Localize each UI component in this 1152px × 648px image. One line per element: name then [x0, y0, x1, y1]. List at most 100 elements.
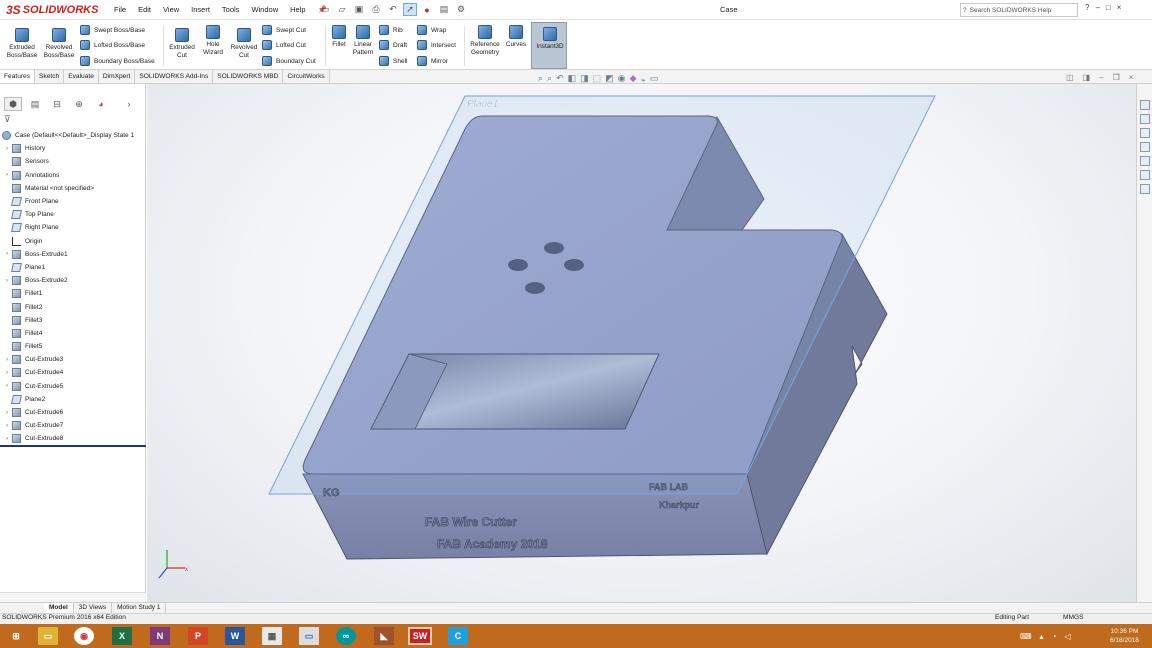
menu-window[interactable]: Window [245, 4, 284, 16]
reference-geometry-button[interactable]: Reference Geometry [467, 25, 503, 56]
word-taskbar-icon[interactable]: W [225, 627, 245, 645]
tree-item[interactable]: Fillet3 [2, 314, 144, 327]
tree-item[interactable]: Fillet2 [2, 300, 144, 313]
revolved-cut-button[interactable]: Revolved Cut [228, 28, 260, 59]
filter-icon[interactable]: ⊽ [4, 114, 11, 125]
instant3d-button[interactable]: Instant3D [531, 22, 567, 69]
tab-model[interactable]: Model [44, 603, 74, 613]
plane1-outline[interactable] [268, 95, 936, 495]
boundary-boss-button[interactable]: Boundary Boss/Base [80, 56, 155, 66]
edit-appearance-icon[interactable]: ◆ [630, 73, 637, 84]
tab-3d-views[interactable]: 3D Views [74, 603, 113, 613]
excel-taskbar-icon[interactable]: X [112, 627, 132, 645]
window-taskbar-icon[interactable]: ▭ [299, 627, 319, 645]
file-properties-icon[interactable]: ▤ [437, 3, 451, 16]
display-manager-icon[interactable]: ◕ [92, 97, 110, 111]
file-explorer-icon[interactable] [1140, 142, 1150, 152]
menu-tools[interactable]: Tools [216, 4, 246, 16]
tree-item[interactable]: › Cut-Extrude5 [2, 380, 144, 393]
tab-sketch[interactable]: Sketch [35, 70, 65, 83]
tree-item[interactable]: Sensors [2, 155, 144, 168]
expand-panel-icon[interactable]: › [120, 97, 138, 111]
tree-item[interactable]: Top Plane [2, 208, 144, 221]
configuration-manager-icon[interactable]: ⊟ [48, 97, 66, 111]
dimxpert-manager-icon[interactable]: ⊕ [70, 97, 88, 111]
tree-item[interactable]: Origin [2, 235, 144, 248]
volume-icon[interactable]: ◁ [1064, 632, 1070, 641]
menu-help[interactable]: Help [284, 4, 311, 16]
tab-features[interactable]: Features [0, 70, 36, 83]
arduino-taskbar-icon[interactable]: ∞ [336, 627, 356, 645]
undo-icon[interactable]: ↶ [386, 3, 400, 16]
rib-button[interactable]: Rib [379, 25, 403, 35]
powerpoint-taskbar-icon[interactable]: P [188, 627, 208, 645]
cura-taskbar-icon[interactable]: C [448, 627, 468, 645]
resources-icon[interactable] [1140, 114, 1150, 124]
viewport-split-icon[interactable]: ◨ [1083, 73, 1091, 82]
expand-arrow-icon[interactable]: › [2, 146, 12, 152]
revolved-boss-button[interactable]: Revolved Boss/Base [42, 28, 76, 59]
tree-item[interactable]: Plane1 [2, 261, 144, 274]
menu-file[interactable]: File [108, 4, 132, 16]
tree-item[interactable]: Plane2 [2, 393, 144, 406]
dynamic-annotation-icon[interactable]: ◨ [580, 73, 589, 84]
expand-arrow-icon[interactable]: › [2, 357, 12, 363]
swept-boss-button[interactable]: Swept Boss/Base [80, 25, 145, 35]
swept-cut-button[interactable]: Swept Cut [262, 25, 306, 35]
solidworks-logo[interactable]: 3S SOLIDWORKS [6, 2, 98, 18]
property-manager-icon[interactable]: ▤ [26, 97, 44, 111]
view-palette-icon[interactable] [1140, 156, 1150, 166]
apply-scene-icon[interactable]: ◒ [640, 74, 645, 84]
expand-arrow-icon[interactable]: › [2, 383, 12, 389]
chrome-taskbar-icon[interactable]: ◉ [74, 627, 94, 645]
view-settings-icon[interactable]: ▭ [650, 73, 659, 84]
mirror-button[interactable]: Mirror [417, 56, 448, 66]
tree-item[interactable]: › History [2, 142, 144, 155]
tree-item[interactable]: › Annotations [2, 169, 144, 182]
taskbar-clock[interactable]: 10:36 PM 6/18/2018 [1110, 627, 1139, 645]
viewport-minimize-icon[interactable]: – [1099, 73, 1103, 82]
restore-icon[interactable]: □ [1106, 3, 1111, 12]
calculator-taskbar-icon[interactable]: ▦ [262, 627, 282, 645]
tree-item[interactable]: › Cut-Extrude8 [2, 432, 144, 445]
fillet-button[interactable]: Fillet [328, 25, 350, 49]
wrap-button[interactable]: Wrap [417, 25, 446, 35]
zoom-area-icon[interactable]: ⌕ [547, 73, 552, 84]
tree-item[interactable]: › Boss-Extrude2 [2, 274, 144, 287]
minimize-icon[interactable]: – [1095, 3, 1099, 12]
onenote-taskbar-icon[interactable]: N [150, 627, 170, 645]
help-search-input[interactable]: ? Search SOLIDWORKS Help [960, 3, 1078, 17]
tree-item[interactable]: › Boss-Extrude1 [2, 248, 144, 261]
hide-show-items-icon[interactable]: ◉ [618, 73, 626, 84]
tree-item[interactable]: Material <not specified> [2, 182, 144, 195]
network-icon[interactable]: ◔ [1052, 632, 1057, 641]
expand-arrow-icon[interactable]: › [2, 251, 12, 257]
extruded-cut-button[interactable]: Extruded Cut [166, 28, 198, 59]
options-gear-icon[interactable]: ⚙ [454, 3, 468, 16]
section-view-icon[interactable]: ◧ [568, 73, 577, 84]
close-icon[interactable]: × [1117, 3, 1122, 12]
hole-wizard-button[interactable]: Hole Wizard [198, 25, 228, 56]
expand-arrow-icon[interactable]: › [2, 172, 12, 178]
menu-insert[interactable]: Insert [185, 4, 216, 16]
tree-item[interactable]: Fillet5 [2, 340, 144, 353]
tab-circuitworks[interactable]: CircuitWorks [283, 70, 330, 83]
tray-expand-icon[interactable]: ▴ [1040, 632, 1044, 641]
zoom-to-fit-icon[interactable]: ⌕ [538, 73, 543, 84]
display-style-icon[interactable]: ◩ [605, 73, 614, 84]
new-document-icon[interactable]: ▭ [318, 3, 332, 16]
tree-item[interactable]: Fillet4 [2, 327, 144, 340]
tab-evaluate[interactable]: Evaluate [64, 70, 99, 83]
feature-manager-tree-icon[interactable]: ⬢ [4, 97, 22, 111]
shell-button[interactable]: Shell [379, 56, 407, 66]
graphics-area[interactable]: Plane1 KG FAB LAB Kharkpur FAB Wire Cutt… [147, 84, 1136, 602]
menu-view[interactable]: View [157, 4, 185, 16]
home-icon[interactable] [1140, 100, 1150, 110]
expand-arrow-icon[interactable]: › [2, 423, 12, 429]
keyboard-icon[interactable]: ⌨ [1020, 632, 1032, 641]
print-icon[interactable]: ⎙ [369, 3, 383, 16]
expand-arrow-icon[interactable]: › [2, 370, 12, 376]
tree-item[interactable]: Fillet1 [2, 287, 144, 300]
extruded-boss-button[interactable]: Extruded Boss/Base [6, 28, 38, 59]
tree-root[interactable]: Case (Default<<Default>_Display State 1 [2, 129, 144, 142]
